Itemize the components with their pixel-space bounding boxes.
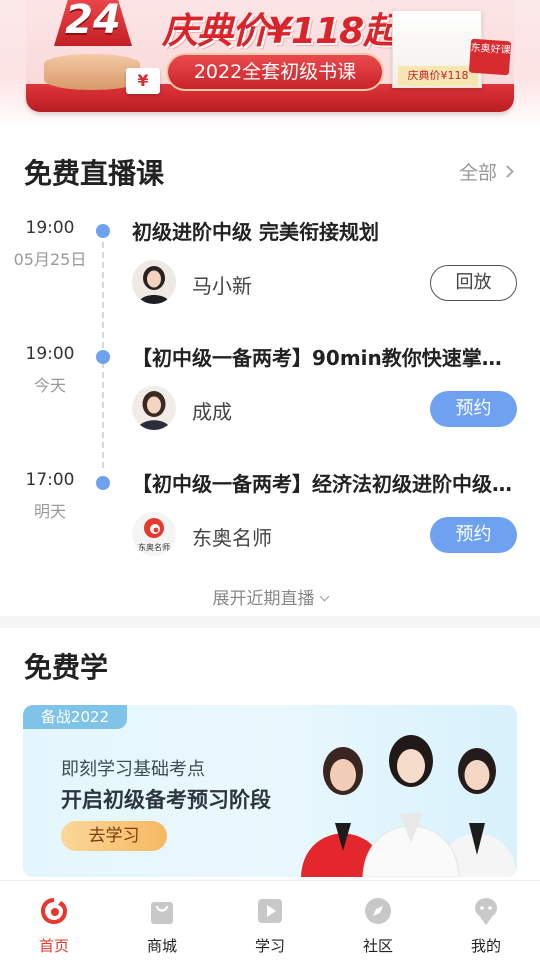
logo-text: 东奥名师	[138, 542, 170, 552]
timeline-dot	[96, 224, 110, 238]
nav-label-home: 首页	[38, 937, 69, 955]
play-icon	[258, 899, 282, 923]
banner-course-pill: 2022全套初级书课	[166, 53, 384, 91]
free-card-headline: 开启初级备考预习阶段	[61, 788, 271, 812]
live-date: 明天	[33, 502, 66, 521]
shopping-bag-icon	[151, 902, 173, 924]
home-icon	[41, 898, 67, 924]
chevron-right-icon	[501, 165, 514, 178]
nav-home[interactable]: 首页	[0, 881, 108, 960]
course-sign: 东奥好课	[468, 38, 512, 76]
live-title[interactable]: 【初中级一备两考】90min教你快速掌握…	[132, 342, 512, 371]
live-date: 今天	[33, 376, 66, 395]
nav-label-study: 学习	[254, 937, 285, 955]
timeline-dot	[96, 476, 110, 490]
live-time: 17:00	[25, 470, 75, 490]
replay-button[interactable]: 回放	[430, 265, 517, 301]
nav-study[interactable]: 学习	[216, 881, 324, 960]
teacher-avatar	[132, 386, 176, 430]
section-divider	[0, 616, 540, 628]
teacher-name: 马小新	[192, 274, 252, 298]
view-all-label: 全部	[458, 162, 497, 184]
teachers-photo	[283, 723, 517, 877]
view-all-link[interactable]: 全部	[458, 158, 514, 185]
dongao-logo-avatar: 东奥名师	[132, 512, 176, 556]
nav-mall[interactable]: 商城	[108, 881, 216, 960]
expand-label: 展开近期直播	[212, 589, 315, 609]
live-date: 05月25日	[13, 250, 87, 269]
banner-headline: 庆典价¥118起	[162, 11, 399, 52]
live-time: 19:00	[25, 218, 75, 238]
live-section-title: 免费直播课	[24, 157, 165, 190]
yen-note-icon: ¥	[126, 68, 160, 94]
free-section-title: 免费学	[24, 651, 109, 684]
free-card-tag: 备战2022	[23, 705, 127, 729]
free-card-subtitle: 即刻学习基础考点	[61, 759, 205, 780]
bottom-navigation: 首页 商城 学习 社区 我的	[0, 880, 540, 960]
live-title[interactable]: 初级进阶中级 完美衔接规划	[132, 216, 512, 245]
nav-profile[interactable]: 我的	[432, 881, 540, 960]
nav-community[interactable]: 社区	[324, 881, 432, 960]
start-learning-button[interactable]: 去学习	[61, 821, 167, 851]
live-course-item[interactable]: 19:00 今天 【初中级一备两考】90min教你快速掌握… 成成 预约	[0, 344, 540, 454]
promo-banner[interactable]: 24 ¥ 庆典价¥118起 2022全套初级书课 庆典价¥118 东奥好课	[0, 0, 540, 128]
teacher-name: 东奥名师	[192, 526, 272, 550]
live-course-item[interactable]: 19:00 05月25日 初级进阶中级 完美衔接规划 马小新 回放	[0, 218, 540, 328]
expand-live-list[interactable]: 展开近期直播	[0, 584, 540, 609]
profile-icon	[475, 898, 497, 925]
nav-label-profile: 我的	[470, 937, 501, 955]
teacher-avatar	[132, 260, 176, 304]
compass-icon	[365, 898, 391, 924]
book-price-tag: 庆典价¥118	[398, 66, 478, 86]
nav-label-mall: 商城	[146, 937, 177, 955]
live-course-item[interactable]: 17:00 明天 【初中级一备两考】经济法初级进阶中级… 东奥名师 东奥名师 预…	[0, 470, 540, 580]
book-button[interactable]: 预约	[430, 517, 517, 553]
book-button[interactable]: 预约	[430, 391, 517, 427]
live-time: 19:00	[25, 344, 75, 364]
nav-label-community: 社区	[362, 937, 393, 955]
teacher-name: 成成	[192, 400, 232, 424]
live-title[interactable]: 【初中级一备两考】经济法初级进阶中级…	[132, 468, 512, 497]
timeline-dot	[96, 350, 110, 364]
chevron-down-icon	[319, 591, 329, 602]
free-study-card[interactable]: 备战2022 即刻学习基础考点 开启初级备考预习阶段 去学习	[23, 705, 517, 877]
